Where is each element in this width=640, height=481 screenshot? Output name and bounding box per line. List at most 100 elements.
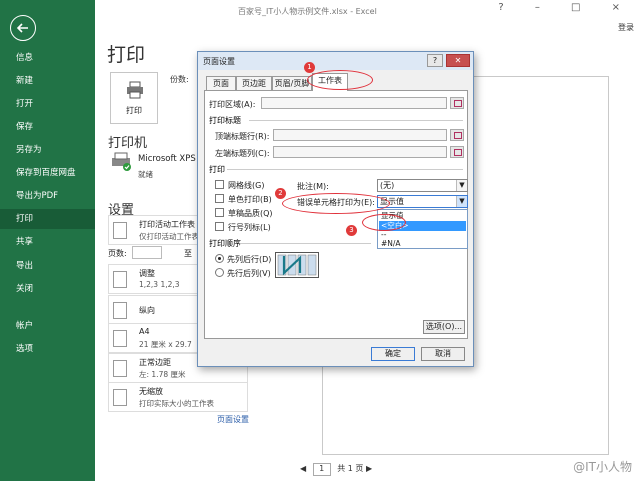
nav-save-as[interactable]: 另存为 — [0, 140, 95, 160]
setting-line2: 左: 1.78 厘米 — [139, 370, 186, 379]
annotation-oval-2 — [282, 193, 390, 214]
annotation-oval-3 — [362, 214, 406, 231]
nav-export-pdf[interactable]: 导出为PDF — [0, 186, 95, 206]
down-then-over-radio[interactable] — [215, 254, 224, 263]
cancel-button[interactable]: 取消 — [421, 347, 465, 361]
comments-label: 批注(M): — [297, 182, 329, 191]
nav-save[interactable]: 保存 — [0, 117, 95, 137]
printer-device-icon — [110, 152, 132, 175]
nav-share[interactable]: 共享 — [0, 232, 95, 252]
print-titles-group: 打印标题 — [209, 116, 241, 125]
setting-line1: 无缩放 — [139, 387, 163, 396]
draft-quality-label: 草稿品质(Q) — [228, 209, 273, 218]
page-title: 打印 — [107, 44, 146, 66]
dialog-title: 页面设置 — [203, 57, 235, 66]
left-title-cols-label: 左端标题列(C): — [215, 149, 270, 158]
page-order-group: 打印顺序 — [209, 239, 241, 248]
printer-select[interactable]: Microsoft XPS 就绪 — [108, 148, 198, 180]
page-order-preview-icon — [275, 252, 319, 278]
gridlines-checkbox[interactable] — [215, 180, 224, 189]
nav-options[interactable]: 选项 — [0, 339, 95, 359]
setting-scaling[interactable]: 无缩放 打印实际大小的工作表 — [108, 382, 248, 412]
ok-button[interactable]: 确定 — [371, 347, 415, 361]
paper-icon — [113, 330, 127, 347]
over-then-down-radio[interactable] — [215, 268, 224, 277]
nav-export[interactable]: 导出 — [0, 256, 95, 276]
row-col-headings-checkbox[interactable] — [215, 222, 224, 231]
window-title: 百家号_IT小人物示例文件.xlsx - Excel — [238, 7, 377, 16]
collapse-dialog-icon[interactable] — [450, 146, 464, 158]
nav-info[interactable]: 信息 — [0, 48, 95, 68]
pages-to-label: 至 — [184, 249, 192, 258]
print-button[interactable]: 打印 — [110, 72, 158, 124]
nav-open[interactable]: 打开 — [0, 94, 95, 114]
nav-new[interactable]: 新建 — [0, 71, 95, 91]
nav-account[interactable]: 帐户 — [0, 316, 95, 336]
tab-page[interactable]: 页面 — [206, 76, 236, 91]
setting-line1: 打印活动工作表 — [139, 220, 195, 229]
setting-line1: A4 — [139, 327, 150, 336]
scaling-icon — [113, 389, 127, 406]
sheet-tab-panel: 打印区域(A): 打印标题 顶端标题行(R): 左端标题列(C): 打印 网格线… — [204, 90, 468, 339]
options-button[interactable]: 选项(O)... — [423, 320, 465, 334]
close-button[interactable]: ✕ — [446, 54, 470, 67]
current-page-input[interactable]: 1 — [312, 463, 331, 476]
sheet-icon — [113, 222, 127, 239]
draft-quality-checkbox[interactable] — [215, 208, 224, 217]
prev-page-icon[interactable]: ◀ — [300, 464, 306, 473]
divider — [249, 120, 463, 121]
left-title-cols-input[interactable] — [273, 146, 447, 158]
setting-line2: 1,2,3 1,2,3 — [139, 280, 180, 289]
print-area-label: 打印区域(A): — [209, 100, 256, 109]
tab-margins[interactable]: 页边距 — [236, 76, 272, 91]
tab-header-footer[interactable]: 页眉/页脚 — [272, 76, 312, 91]
setting-line2: 21 厘米 x 29.7 — [139, 340, 192, 349]
top-title-rows-label: 顶端标题行(R): — [215, 132, 270, 141]
printer-status: 就绪 — [138, 170, 153, 179]
black-white-checkbox[interactable] — [215, 194, 224, 203]
watermark: @IT小人物 — [573, 460, 632, 474]
annotation-step-3: 3 — [346, 225, 357, 236]
setting-line1: 调整 — [139, 269, 155, 278]
gridlines-label: 网格线(G) — [228, 181, 265, 190]
collapse-dialog-icon[interactable] — [450, 97, 464, 109]
dropdown-option[interactable]: #N/A — [379, 239, 466, 249]
copies-label: 份数: — [170, 75, 189, 84]
top-title-rows-input[interactable] — [273, 129, 447, 141]
comments-value: (无) — [380, 181, 395, 190]
nav-print[interactable]: 打印 — [0, 209, 95, 229]
margins-icon — [113, 360, 127, 377]
chevron-down-icon[interactable]: ▼ — [456, 180, 467, 191]
collapse-dialog-icon[interactable] — [450, 129, 464, 141]
row-col-headings-label: 行号列标(L) — [228, 223, 271, 232]
collate-icon — [113, 271, 127, 288]
black-white-label: 单色打印(B) — [228, 195, 272, 204]
login-link[interactable]: 登录 — [618, 22, 634, 33]
print-button-label: 打印 — [126, 106, 142, 115]
setting-line2: 仅打印活动工作表 — [139, 232, 199, 241]
print-group: 打印 — [209, 165, 225, 174]
printer-icon — [126, 81, 144, 102]
error-cells-select[interactable]: 显示值 ▼ — [377, 195, 468, 208]
printer-name: Microsoft XPS — [138, 154, 196, 164]
window-controls[interactable]: ? – □ × — [498, 2, 634, 13]
back-arrow-icon[interactable] — [10, 15, 36, 41]
pages-label: 页数: — [108, 249, 127, 258]
divider — [227, 169, 463, 170]
over-then-down-label: 先行后列(V) — [227, 269, 271, 278]
chevron-down-icon[interactable]: ▼ — [456, 196, 467, 207]
page-setup-link[interactable]: 页面设置 — [217, 414, 249, 425]
backstage-nav: 信息 新建 打开 保存 另存为 保存到百度网盘 导出为PDF 打印 共享 导出 … — [0, 0, 95, 481]
nav-close[interactable]: 关闭 — [0, 279, 95, 299]
comments-select[interactable]: (无) ▼ — [377, 179, 468, 192]
annotation-step-2: 2 — [275, 188, 286, 199]
print-area-input[interactable] — [261, 97, 447, 109]
page-count: 共 1 页 — [337, 464, 364, 473]
annotation-oval-1 — [307, 70, 373, 90]
nav-save-baidu[interactable]: 保存到百度网盘 — [0, 163, 95, 183]
down-then-over-label: 先列后行(D) — [227, 255, 272, 264]
next-page-icon[interactable]: ▶ — [366, 464, 372, 473]
dialog-titlebar: 页面设置 ? ✕ — [198, 52, 473, 70]
pages-from-input[interactable] — [132, 246, 162, 259]
help-button[interactable]: ? — [427, 54, 443, 67]
